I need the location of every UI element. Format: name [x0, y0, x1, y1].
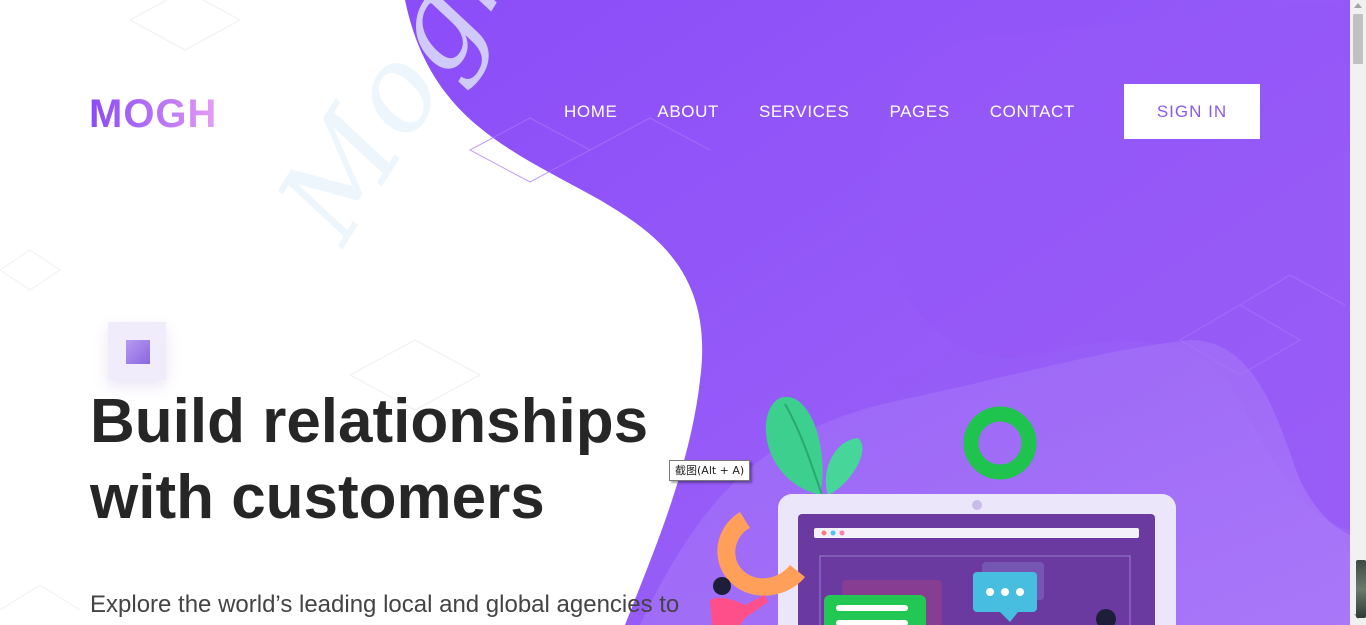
- vertical-scrollbar[interactable]: [1350, 0, 1366, 625]
- side-widget: [1356, 560, 1366, 618]
- page: Mogh MOGH HOME ABOUT SERVICES PAGES CONT…: [0, 0, 1350, 625]
- screenshot-tooltip: 截图(Alt + A): [669, 460, 751, 481]
- nav-item-services[interactable]: SERVICES: [759, 100, 849, 124]
- nav-item-home[interactable]: HOME: [564, 100, 617, 124]
- nav-item-pages[interactable]: PAGES: [889, 100, 949, 124]
- main-nav: HOME ABOUT SERVICES PAGES CONTACT: [564, 100, 1115, 124]
- hero-title-line1: Build relationships: [90, 387, 649, 456]
- sign-in-button[interactable]: SIGN IN: [1124, 84, 1260, 139]
- plant-leaves-icon: [765, 396, 863, 496]
- brand-logo[interactable]: MOGH: [89, 92, 217, 137]
- scroll-up-arrow-icon[interactable]: [1354, 3, 1362, 8]
- hero-title: Build relationships with customers: [90, 384, 730, 536]
- hero-illustration: [710, 396, 1176, 625]
- scrollbar-thumb[interactable]: [1353, 14, 1363, 64]
- ring-icon: [963, 406, 1037, 480]
- square-decoration-inner: [126, 340, 150, 364]
- message-card-icon: [824, 595, 926, 625]
- square-decoration: [108, 322, 166, 380]
- hero-subtitle: Explore the world’s leading local and gl…: [90, 591, 680, 618]
- nav-item-contact[interactable]: CONTACT: [990, 100, 1075, 124]
- nav-item-about[interactable]: ABOUT: [657, 100, 719, 124]
- hero-title-line2: with customers: [90, 463, 545, 532]
